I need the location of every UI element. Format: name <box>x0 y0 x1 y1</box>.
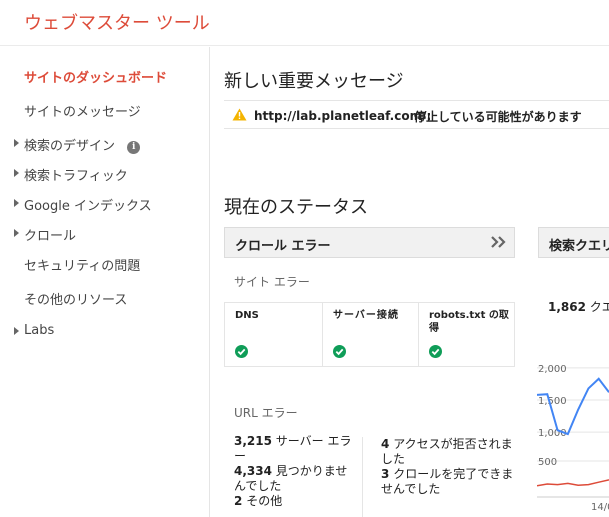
sidebar-item-label: 検索のデザイン <box>24 139 116 154</box>
messages-heading: 新しい重要メッセージ <box>224 71 404 92</box>
sidebar-item-label: 検索トラフィック <box>24 169 128 184</box>
chart-y-tick: 500 <box>538 457 557 468</box>
url-error-item[interactable]: 3 クロールを完了できませんでした <box>381 467 514 497</box>
top-bar: ウェブマスター ツール <box>0 0 609 46</box>
sidebar-item-label: サイトのメッセージ <box>24 105 141 120</box>
sidebar-item-other-resources[interactable]: その他のリソース <box>24 289 127 308</box>
search-queries-chart: 2,000 1,500 1,000 500 14/0 <box>537 364 609 513</box>
sidebar: サイトのダッシュボード サイトのメッセージ 検索のデザイン i 検索トラフィック… <box>0 47 210 517</box>
expand-arrow-icon <box>14 139 19 147</box>
sidebar-item-messages[interactable]: サイトのメッセージ <box>24 101 141 120</box>
check-circle-icon <box>429 345 442 358</box>
error-count: 3 <box>381 467 390 481</box>
site-errors-label: サイト エラー <box>234 275 310 289</box>
site-error-column-server[interactable]: サーバー接続 <box>322 303 418 366</box>
column-label: DNS <box>235 310 259 321</box>
error-count: 2 <box>234 494 243 508</box>
error-count: 4 <box>381 437 390 451</box>
sidebar-item-search-traffic[interactable]: 検索トラフィック <box>14 165 128 184</box>
url-errors-label: URL エラー <box>234 406 298 420</box>
column-label: サーバー接続 <box>333 310 399 321</box>
info-icon[interactable]: i <box>127 141 141 154</box>
expand-arrow-icon <box>14 229 19 237</box>
chart-y-tick: 1,500 <box>538 396 567 407</box>
error-count: 4,334 <box>234 464 272 478</box>
query-count: 1,862 クエリ <box>548 298 609 315</box>
url-errors-list-secondary: 4 アクセスが拒否されました 3 クロールを完了できませんでした <box>362 437 514 517</box>
check-circle-icon <box>235 345 248 358</box>
expand-arrow-icon <box>14 199 19 207</box>
sidebar-item-crawl[interactable]: クロール <box>14 225 77 244</box>
sidebar-item-labs[interactable]: Labs <box>14 323 55 338</box>
card-title: 検索クエリ <box>549 239 609 254</box>
sidebar-item-dashboard[interactable]: サイトのダッシュボード <box>24 67 167 86</box>
query-count-value: 1,862 <box>548 300 586 314</box>
sidebar-item-label: サイトのダッシュボード <box>24 71 168 86</box>
sidebar-item-label: Labs <box>24 323 55 338</box>
error-label: アクセスが拒否されました <box>381 437 513 466</box>
app-title[interactable]: ウェブマスター ツール <box>24 9 210 35</box>
warning-icon <box>232 108 247 121</box>
chart-series-line <box>537 479 609 487</box>
double-chevron-right-icon[interactable] <box>490 235 508 249</box>
column-label: robots.txt の取得 <box>429 310 509 334</box>
error-label: その他 <box>246 494 283 508</box>
message-row[interactable]: http://lab.planetleaf.com/: 停止している可能性があり… <box>224 100 609 129</box>
card-title: クロール エラー <box>235 239 331 254</box>
sidebar-item-label: クロール <box>24 229 77 244</box>
sidebar-item-google-index[interactable]: Google インデックス <box>14 195 152 214</box>
sidebar-item-security-issues[interactable]: セキュリティの問題 <box>24 255 140 274</box>
message-text: 停止している可能性があります <box>414 110 582 124</box>
error-count: 3,215 <box>234 434 272 448</box>
sidebar-item-label: セキュリティの問題 <box>24 259 141 274</box>
url-errors-list: 3,215 サーバー エラー 4,334 見つかりませんでした 2 その他 <box>234 434 354 509</box>
check-circle-icon <box>333 345 346 358</box>
expand-arrow-icon <box>14 327 19 335</box>
message-url[interactable]: http://lab.planetleaf.com/: <box>254 109 431 123</box>
sidebar-item-label: その他のリソース <box>24 293 128 308</box>
search-queries-card-header[interactable]: 検索クエリ <box>538 227 609 258</box>
sidebar-item-search-appearance[interactable]: 検索のデザイン i <box>14 135 141 154</box>
crawl-errors-card-header[interactable]: クロール エラー <box>224 227 515 258</box>
url-error-item[interactable]: 4 アクセスが拒否されました <box>381 437 514 467</box>
chart-y-tick: 1,000 <box>538 428 567 439</box>
chart-y-ticks: 2,000 1,500 1,000 500 <box>538 364 567 468</box>
status-heading: 現在のステータス <box>224 197 368 218</box>
site-errors-table: DNS サーバー接続 robots.txt の取得 <box>224 302 515 367</box>
query-count-label: クエリ <box>589 300 609 314</box>
site-error-column-dns[interactable]: DNS <box>225 303 322 366</box>
chart-x-tick: 14/0 <box>591 502 609 513</box>
url-error-item[interactable]: 2 その他 <box>234 494 354 509</box>
expand-arrow-icon <box>14 169 19 177</box>
url-error-item[interactable]: 3,215 サーバー エラー <box>234 434 354 464</box>
error-label: クロールを完了できませんでした <box>381 467 514 496</box>
site-error-column-robots[interactable]: robots.txt の取得 <box>418 303 514 366</box>
url-error-item[interactable]: 4,334 見つかりませんでした <box>234 464 354 494</box>
sidebar-item-label: Google インデックス <box>24 199 152 214</box>
chart-y-tick: 2,000 <box>538 364 567 375</box>
